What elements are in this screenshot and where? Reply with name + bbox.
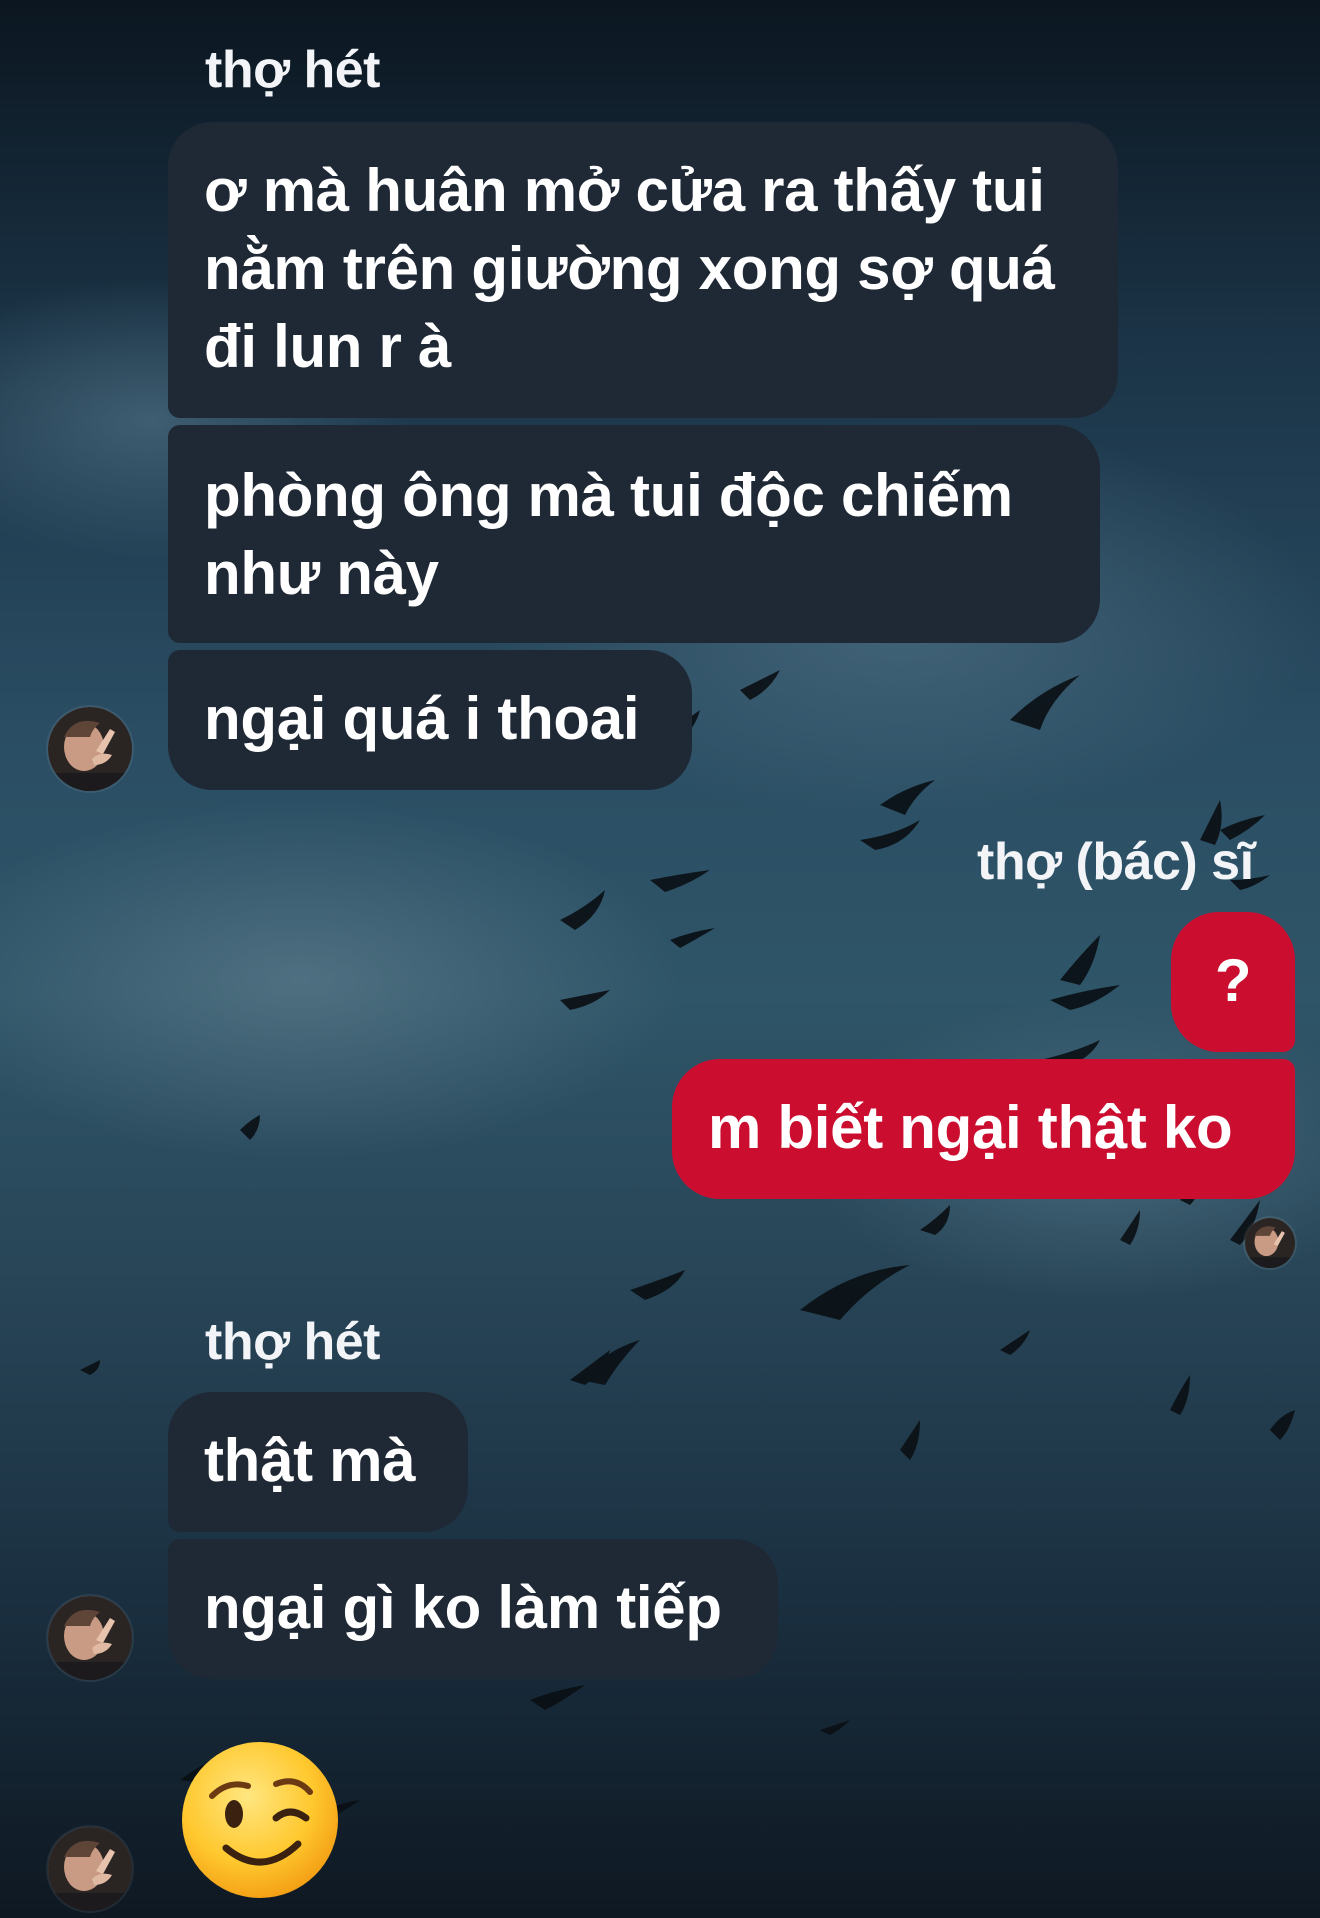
message-bubble-incoming[interactable]: thật mà	[168, 1392, 468, 1532]
chat-thread: thợ hét ơ mà huân mở cửa ra thấy tui nằm…	[0, 0, 1320, 1918]
message-text: m biết ngại thật ko	[708, 1094, 1233, 1161]
message-bubble-incoming[interactable]: ngại quá i thoai	[168, 650, 692, 790]
message-text: thật mà	[204, 1427, 416, 1494]
message-text-line: nằm trên giường xong sợ quá	[204, 235, 1055, 302]
message-text: ?	[1214, 947, 1252, 1014]
avatar[interactable]	[48, 1596, 132, 1680]
message-bubble-incoming[interactable]: ơ mà huân mở cửa ra thấy tui nằm trên gi…	[168, 122, 1118, 418]
message-bubble-outgoing[interactable]: ?	[1171, 912, 1295, 1052]
message-text: ngại quá i thoai	[204, 685, 640, 752]
sender-name: thợ (bác) sĩ	[977, 833, 1254, 891]
user-avatar-photo-icon	[48, 707, 132, 791]
sender-name: thợ hét	[205, 41, 381, 99]
user-avatar-photo-icon	[48, 1827, 132, 1911]
user-avatar-photo-icon	[48, 1596, 132, 1680]
sender-name: thợ hét	[205, 1313, 381, 1371]
avatar[interactable]	[48, 1827, 132, 1911]
avatar[interactable]	[48, 707, 132, 791]
message-bubble-outgoing[interactable]: m biết ngại thật ko	[672, 1059, 1295, 1199]
message-text-line: như này	[204, 540, 439, 607]
winking-face-emoji-icon[interactable]	[180, 1740, 340, 1900]
message-text-line: ơ mà huân mở cửa ra thấy tui	[204, 157, 1045, 224]
message-text-line: phòng ông mà tui độc chiếm	[204, 462, 1013, 529]
message-bubble-incoming[interactable]: phòng ông mà tui độc chiếm như này	[168, 425, 1100, 643]
avatar[interactable]	[1245, 1218, 1295, 1268]
user-avatar-photo-icon	[1245, 1218, 1295, 1268]
message-bubble-incoming[interactable]: ngại gì ko làm tiếp	[168, 1539, 778, 1679]
message-text: ngại gì ko làm tiếp	[204, 1574, 722, 1641]
message-text-line: đi lun r à	[204, 313, 452, 380]
